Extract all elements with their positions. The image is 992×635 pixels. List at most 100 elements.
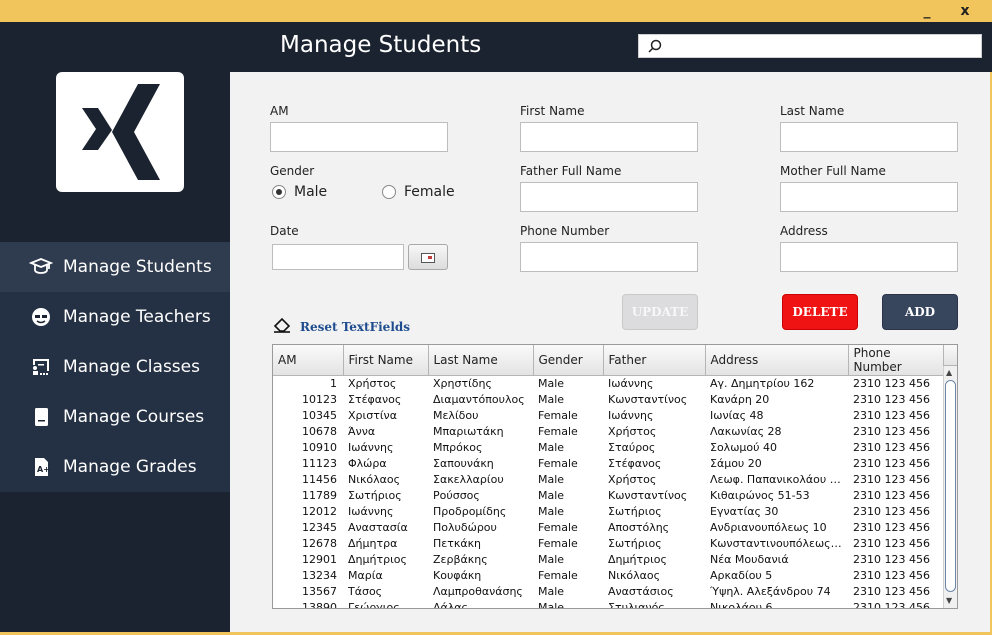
column-header-address[interactable]: Address — [705, 345, 849, 376]
column-header-gender[interactable]: Gender — [533, 345, 604, 376]
table-cell: Male — [538, 505, 565, 518]
table-row[interactable]: 13890 Γεώργιος Λάλας Male Στυλιανός Νικολάου … — [273, 600, 943, 609]
first-name-field[interactable] — [520, 122, 698, 152]
table-cell: Κιθαιρώνος 51-53 — [710, 489, 810, 502]
gender-female-label: Female — [404, 184, 455, 200]
table-row[interactable]: 11456 Νικόλαος Σακελλαρίου Male Χρήστος Λεωφ.… — [273, 472, 943, 488]
father-field[interactable] — [520, 182, 698, 212]
table-cell: 13567 — [302, 585, 337, 598]
add-button[interactable]: ADD — [882, 294, 958, 330]
column-header-first-name[interactable]: First Name — [343, 345, 429, 376]
table-cell: 2310 123 456 — [853, 553, 930, 566]
date-picker-button[interactable] — [408, 244, 448, 270]
reset-textfields-link[interactable]: Reset TextFields — [272, 316, 410, 337]
column-header-father[interactable]: Father — [603, 345, 706, 376]
table-cell: Ρούσσος — [433, 489, 480, 502]
table-cell: Μπαριωτάκη — [433, 425, 504, 438]
table-cell: Χρήστος — [348, 377, 397, 391]
search-input[interactable] — [638, 34, 982, 58]
table-cell: Σωτήριος — [608, 505, 662, 518]
address-field[interactable] — [780, 242, 958, 272]
table-scrollbar[interactable]: ▲ ▼ — [943, 366, 957, 608]
reset-label: Reset TextFields — [300, 319, 411, 334]
table-cell: Λακωνίας 28 — [710, 425, 782, 438]
table-cell: Κανάρη 20 — [710, 393, 770, 406]
table-row[interactable]: 13234 Μαρία Κουφάκη Female Νικόλαος Αρκαδίου … — [273, 568, 943, 584]
sidebar-item-label: Manage Courses — [63, 407, 205, 427]
table-cell: Κωνσταντίνος — [608, 489, 688, 502]
table-cell: Αρκαδίου 5 — [710, 569, 773, 582]
table-cell: 2310 123 456 — [853, 441, 930, 454]
student-cap-icon — [28, 254, 54, 280]
minimize-button[interactable]: _ — [912, 1, 942, 21]
table-cell: Στέφανος — [348, 393, 402, 406]
table-cell: 2310 123 456 — [853, 473, 930, 486]
table-cell: 2310 123 456 — [853, 377, 930, 391]
table-cell: Δημήτριος — [348, 553, 407, 566]
table-row[interactable]: 12901 Δημήτριος Ζερβάκης Male Δημήτριος Νέα Μ… — [273, 552, 943, 568]
table-row[interactable]: 1 Χρήστος Χρηστίδης Male Ιωάννης Αγ. Δημητρίο… — [273, 376, 943, 392]
table-cell: Πολυδώρου — [433, 521, 497, 534]
column-header-last-name[interactable]: Last Name — [428, 345, 534, 376]
table-row[interactable]: 12012 Ιωάννης Προδρομίδης Male Σωτήριος Εγνατ… — [273, 504, 943, 520]
mother-label: Mother Full Name — [780, 164, 886, 178]
gender-male-radio[interactable]: Male — [272, 184, 327, 200]
close-button[interactable]: x — [950, 1, 980, 21]
sidebar-item-teachers[interactable]: Manage Teachers — [0, 292, 230, 342]
scrollbar-thumb[interactable] — [945, 380, 956, 592]
table-row[interactable]: 13567 Τάσος Λαμπροθανάσης Male Αναστάσιος Ύψη… — [273, 584, 943, 600]
table-cell: Σακελλαρίου — [433, 473, 504, 486]
table-cell: Εγνατίας 30 — [710, 505, 779, 518]
table-cell: Male — [538, 585, 565, 598]
sidebar: Manage Students Manage Teachers Manage C… — [0, 22, 230, 632]
table-cell: Κουφάκη — [433, 569, 482, 582]
table-cell: Στέφανος — [608, 457, 662, 470]
table-cell: 10678 — [302, 425, 337, 438]
table-cell: Σταύρος — [608, 441, 656, 454]
gender-female-radio[interactable]: Female — [382, 184, 455, 200]
sidebar-item-courses[interactable]: Manage Courses — [0, 392, 230, 442]
table-cell: Νικόλαος — [608, 569, 661, 582]
table-cell: Χρήστος — [608, 425, 657, 438]
table-cell: 2310 123 456 — [853, 489, 930, 502]
table-cell: Στυλιανός — [608, 601, 665, 609]
table-row[interactable]: 10345 Χριστίνα Μελίδου Female Ιωάννης Ιωνίας … — [273, 408, 943, 424]
table-cell: Χρηστίδης — [433, 377, 492, 391]
table-cell: Female — [538, 521, 578, 534]
table-cell: 2310 123 456 — [853, 521, 930, 534]
scroll-down-arrow-icon[interactable]: ▼ — [946, 596, 952, 605]
table-row[interactable]: 12345 Αναστασία Πολυδώρου Female Αποστόλης Αν… — [273, 520, 943, 536]
table-row[interactable]: 10678 Άννα Μπαριωτάκη Female Χρήστος Λακωνίας… — [273, 424, 943, 440]
mother-field[interactable] — [780, 182, 958, 212]
table-cell: Σωτήριος — [608, 537, 662, 550]
column-header-am[interactable]: AM — [273, 345, 344, 376]
table-cell: Πετκάκη — [433, 537, 482, 550]
sidebar-item-students[interactable]: Manage Students — [0, 242, 230, 292]
table-cell: Δημήτριος — [608, 553, 667, 566]
table-row[interactable]: 11789 Σωτήριος Ρούσσος Male Κωνσταντίνος Κιθα… — [273, 488, 943, 504]
table-row[interactable]: 10123 Στέφανος Διαμαντόπουλος Male Κωνσταντί… — [273, 392, 943, 408]
table-cell: Διαμαντόπουλος — [433, 393, 525, 406]
table-cell: Χριστίνα — [348, 409, 397, 422]
phone-field[interactable] — [520, 242, 698, 272]
am-field[interactable] — [270, 122, 448, 152]
update-button[interactable]: UPDATE — [622, 294, 698, 330]
column-header-phone[interactable]: Phone Number — [848, 345, 944, 376]
students-table[interactable]: AM First Name Last Name Gender Father Ad… — [272, 344, 958, 609]
table-cell: Λαμπροθανάσης — [433, 585, 523, 598]
delete-button[interactable]: DELETE — [782, 294, 858, 330]
scroll-up-arrow-icon[interactable]: ▲ — [946, 368, 952, 377]
table-row[interactable]: 12678 Δήμητρα Πετκάκη Female Σωτήριος Κωνσταν… — [273, 536, 943, 552]
table-cell: Male — [538, 377, 565, 391]
sidebar-item-classes[interactable]: Manage Classes — [0, 342, 230, 392]
last-name-field[interactable] — [780, 122, 958, 152]
table-row[interactable]: 11123 Φλώρα Σαπουνάκη Female Στέφανος Σάμου 2… — [273, 456, 943, 472]
table-cell: 12678 — [302, 537, 337, 550]
table-cell: 2310 123 456 — [853, 409, 930, 422]
date-field[interactable] — [272, 244, 404, 270]
table-cell: Μαρία — [348, 569, 383, 582]
page-header: Manage Students — [230, 22, 992, 72]
table-row[interactable]: 10910 Ιωάννης Μπρόκος Male Σταύρος Σολωμού 40… — [273, 440, 943, 456]
sidebar-item-grades[interactable]: A+ Manage Grades — [0, 442, 230, 492]
sidebar-item-label: Manage Students — [63, 257, 212, 277]
